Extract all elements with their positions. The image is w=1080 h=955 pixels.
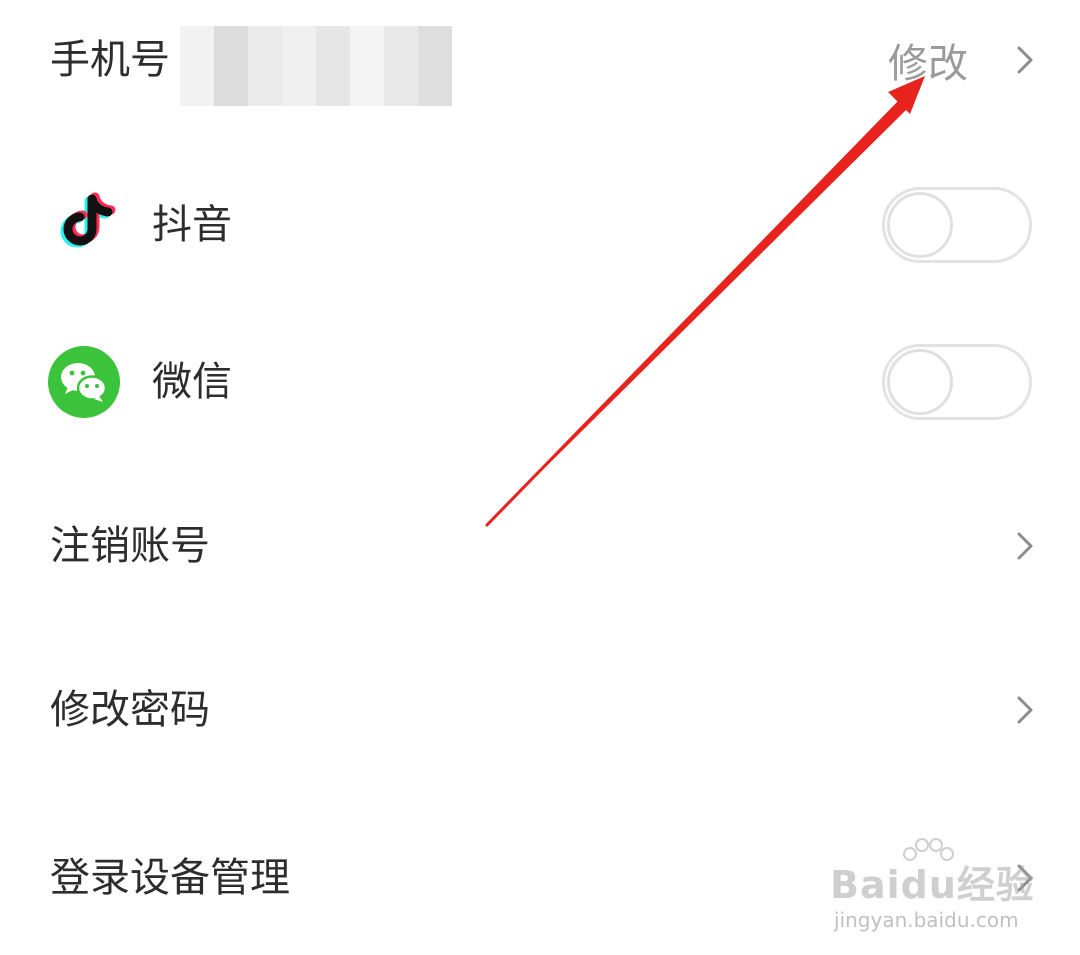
watermark-url: jingyan.baidu.com	[834, 908, 1019, 932]
wechat-icon	[48, 346, 120, 418]
chevron-right-icon	[1014, 43, 1036, 77]
phone-number-mosaic	[180, 26, 452, 106]
douyin-row: 抖音	[0, 165, 1080, 285]
device-management-label: 登录设备管理	[50, 855, 290, 901]
annotation-arrow	[485, 76, 925, 527]
close-account-row[interactable]: 注销账号	[0, 486, 1080, 606]
chevron-right-icon	[1014, 693, 1036, 727]
phone-change-link[interactable]: 修改	[888, 31, 968, 89]
change-password-label: 修改密码	[50, 687, 210, 733]
phone-row[interactable]: 手机号 修改	[0, 0, 1080, 120]
baidu-jingyan-watermark: Baidu经验 jingyan.baidu.com	[826, 838, 1034, 938]
wechat-label: 微信	[152, 359, 232, 405]
wechat-toggle[interactable]	[882, 344, 1032, 420]
close-account-label: 注销账号	[50, 523, 210, 569]
toggle-knob	[887, 349, 953, 415]
chevron-right-icon	[1014, 529, 1036, 563]
wechat-row: 微信	[0, 322, 1080, 442]
phone-label: 手机号	[50, 37, 170, 83]
douyin-icon	[48, 189, 120, 261]
douyin-label: 抖音	[152, 202, 232, 248]
douyin-toggle[interactable]	[882, 187, 1032, 263]
change-password-row[interactable]: 修改密码	[0, 650, 1080, 770]
watermark-logo: Baidu经验	[830, 863, 1035, 907]
toggle-knob	[887, 192, 953, 258]
